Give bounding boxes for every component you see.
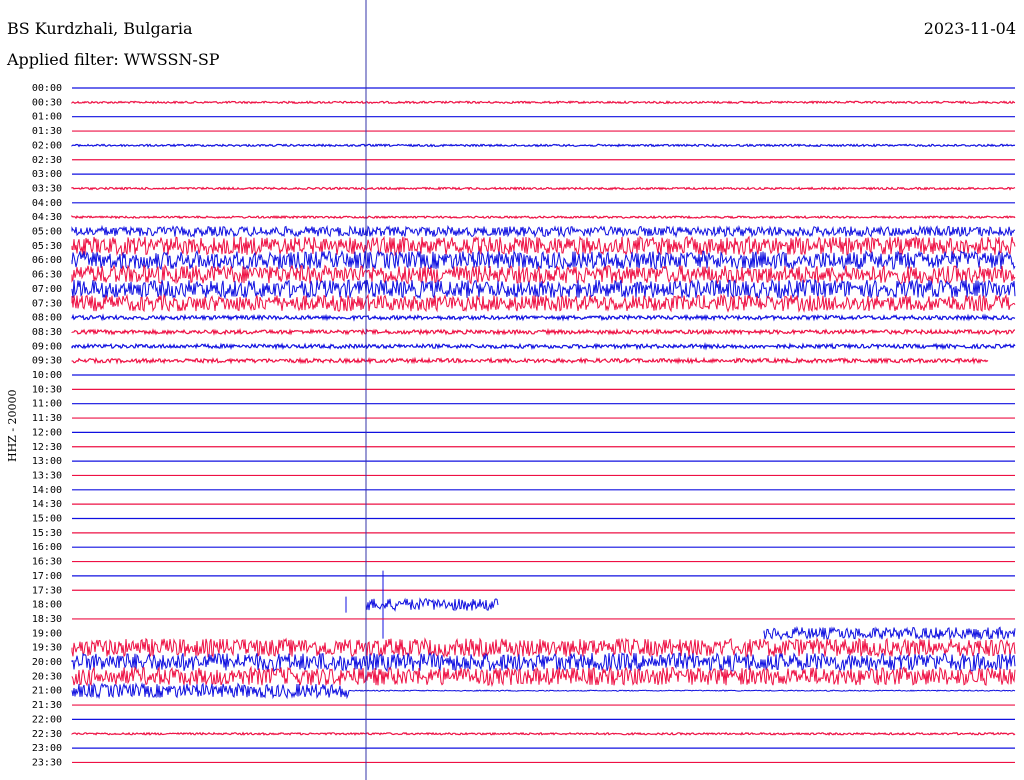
time-tick-label: 14:30: [32, 499, 62, 510]
time-tick-label: 04:00: [32, 198, 62, 209]
time-tick-label: 05:30: [32, 241, 62, 252]
trace-row: [71, 143, 1016, 148]
helicorder-plot: 00:00 00:30 01:00 01:30 02:00 02:30 03:00 03:30…: [32, 0, 1016, 780]
time-tick-label: 12:30: [32, 442, 62, 453]
time-tick-label: 00:30: [32, 97, 62, 108]
time-tick-label: 23:30: [32, 757, 62, 768]
time-tick-label: 18:30: [32, 614, 62, 625]
time-tick-label: 03:30: [32, 183, 62, 194]
time-tick-label: 10:00: [32, 370, 62, 381]
time-tick-label: 06:00: [32, 255, 62, 266]
trace-row: [71, 342, 1016, 351]
time-tick-label: 09:00: [32, 341, 62, 352]
time-tick-label: 02:00: [32, 140, 62, 151]
time-tick-label: 08:30: [32, 327, 62, 338]
time-tick-label: 14:00: [32, 485, 62, 496]
time-tick-label: 09:30: [32, 356, 62, 367]
time-tick-label: 20:00: [32, 657, 62, 668]
time-tick-label: 10:30: [32, 384, 62, 395]
time-tick-label: 12:00: [32, 427, 62, 438]
trace-row: [71, 235, 1016, 257]
time-tick-label: 22:30: [32, 729, 62, 740]
time-tick-label: 21:30: [32, 700, 62, 711]
trace-row: [71, 264, 1016, 286]
time-tick-labels: 00:00 00:30 01:00 01:30 02:00 02:30 03:00 03:30…: [32, 83, 62, 768]
time-tick-label: 19:30: [32, 643, 62, 654]
trace-row: [71, 327, 1016, 336]
time-tick-label: 08:00: [32, 313, 62, 324]
time-tick-label: 21:00: [32, 686, 62, 697]
trace-row: [71, 313, 1016, 322]
time-tick-label: 18:00: [32, 600, 62, 611]
time-tick-label: 22:00: [32, 714, 62, 725]
trace-row: [71, 356, 989, 365]
time-tick-label: 11:00: [32, 399, 62, 410]
seismic-traces: [71, 87, 1016, 764]
trace-row: [71, 665, 1016, 688]
trace-row: [71, 731, 1016, 736]
time-tick-label: 13:00: [32, 456, 62, 467]
trace-row: [71, 293, 1016, 313]
trace-row: [763, 625, 1016, 641]
time-tick-label: 20:30: [32, 671, 62, 682]
trace-row: [71, 682, 1016, 700]
time-tick-label: 04:30: [32, 212, 62, 223]
time-tick-label: 19:00: [32, 628, 62, 639]
time-tick-label: 17:30: [32, 585, 62, 596]
time-tick-label: 23:00: [32, 743, 62, 754]
time-tick-label: 16:30: [32, 557, 62, 568]
time-tick-label: 03:00: [32, 169, 62, 180]
trace-row: [71, 100, 1016, 105]
time-tick-label: 15:00: [32, 514, 62, 525]
time-tick-label: 05:00: [32, 227, 62, 238]
time-tick-label: 00:00: [32, 83, 62, 94]
time-tick-label: 01:30: [32, 126, 62, 137]
trace-row: [345, 570, 499, 639]
time-tick-label: 15:30: [32, 528, 62, 539]
time-tick-label: 13:30: [32, 470, 62, 481]
time-tick-label: 07:00: [32, 284, 62, 295]
time-tick-label: 01:00: [32, 112, 62, 123]
trace-row: [71, 186, 1016, 191]
time-tick-label: 17:00: [32, 571, 62, 582]
time-tick-label: 11:30: [32, 413, 62, 424]
time-tick-label: 02:30: [32, 155, 62, 166]
time-tick-label: 07:30: [32, 298, 62, 309]
trace-row: [71, 214, 1016, 220]
trace-row: [71, 224, 1016, 239]
trace-row: [71, 636, 1016, 659]
time-tick-label: 06:30: [32, 270, 62, 281]
time-tick-label: 16:00: [32, 542, 62, 553]
